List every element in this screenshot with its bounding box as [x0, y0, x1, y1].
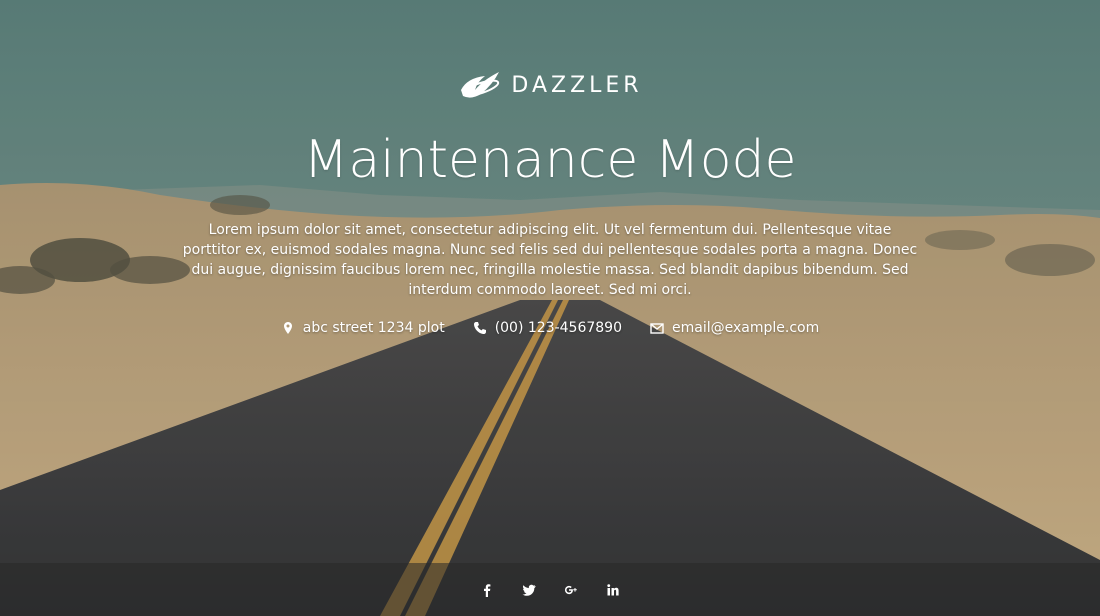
- google-plus-icon: [565, 585, 577, 594]
- linkedin-icon: [607, 583, 619, 595]
- contact-email: email@example.com: [650, 318, 819, 338]
- phone-icon: [473, 322, 486, 334]
- contact-address: abc street 1234 plot: [281, 318, 445, 338]
- facebook-icon: [484, 583, 491, 597]
- linkedin-link[interactable]: [605, 582, 621, 598]
- phone-text: (00) 123-4567890: [494, 320, 622, 336]
- maintenance-description: Lorem ipsum dolor sit amet, consectetur …: [182, 222, 918, 298]
- google-plus-link[interactable]: [563, 582, 579, 598]
- envelope-icon: [650, 323, 664, 334]
- address-text: abc street 1234 plot: [302, 320, 445, 336]
- twitter-icon: [522, 584, 536, 596]
- footer-social-bar: [0, 563, 1100, 616]
- facebook-link[interactable]: [479, 582, 495, 598]
- email-text: email@example.com: [672, 320, 820, 336]
- dazzler-logo-icon: [461, 72, 500, 98]
- twitter-link[interactable]: [521, 582, 537, 598]
- brand: DAZZLER: [0, 68, 1100, 102]
- page-title: Maintenance Mode: [303, 130, 797, 190]
- map-marker-icon: [283, 322, 292, 334]
- contact-phone: (00) 123-4567890: [473, 318, 622, 338]
- brand-name: DAZZLER: [511, 72, 643, 98]
- contact-info: abc street 1234 plot (00) 123-4567890 em…: [0, 318, 1100, 338]
